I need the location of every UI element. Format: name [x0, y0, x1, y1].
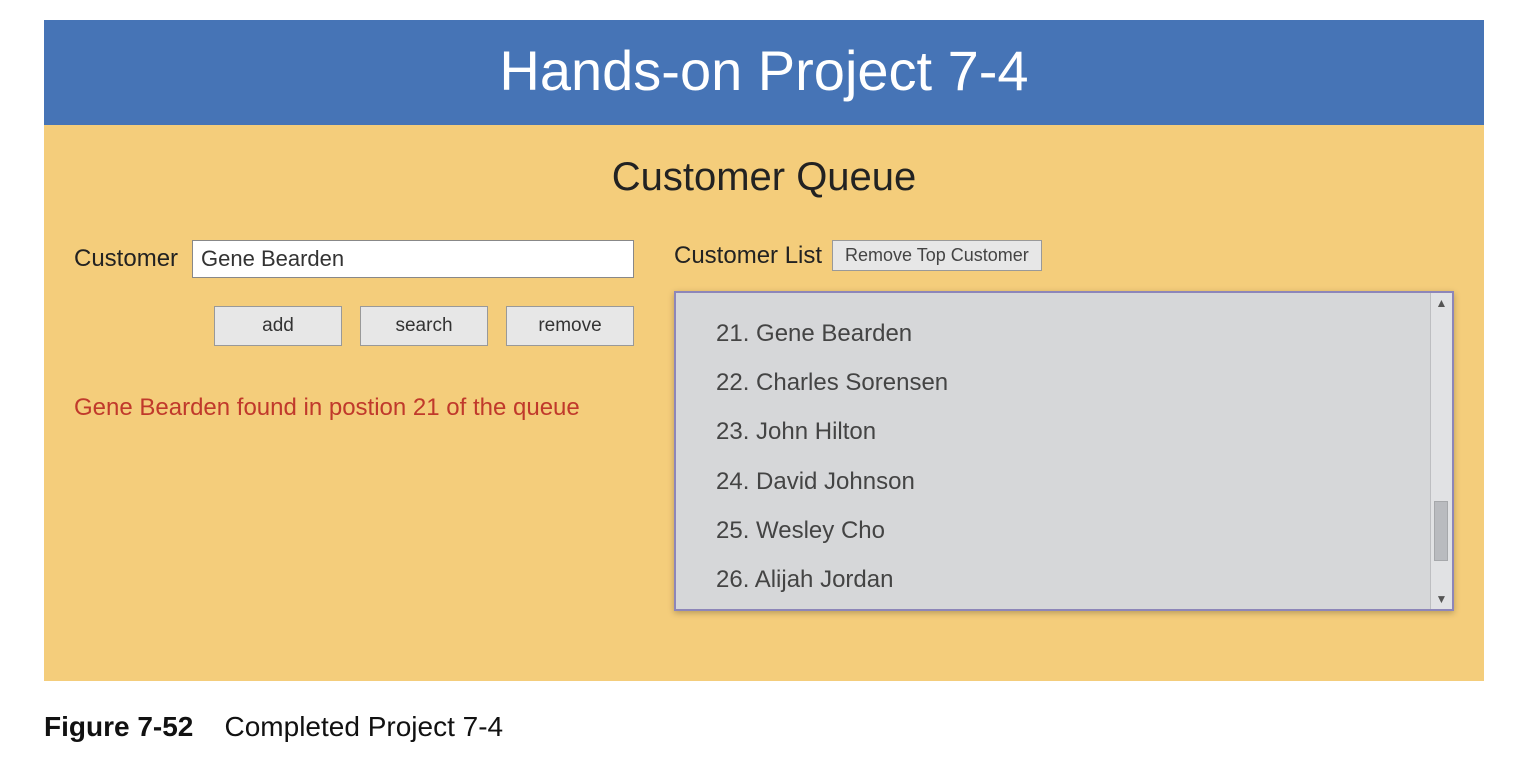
- list-header-row: Customer List Remove Top Customer: [674, 240, 1454, 271]
- header-title: Hands-on Project 7-4: [499, 39, 1028, 102]
- add-button[interactable]: add: [214, 306, 342, 346]
- figure-frame: Hands-on Project 7-4 Customer Queue Cust…: [44, 20, 1484, 743]
- scrollbar[interactable]: ▲ ▼: [1430, 293, 1452, 609]
- scroll-thumb[interactable]: [1434, 501, 1448, 561]
- app-header: Hands-on Project 7-4: [44, 20, 1484, 125]
- caption-number: Figure 7-52: [44, 711, 193, 742]
- list-item: 23. John Hilton: [716, 407, 1390, 456]
- caption-text: Completed Project 7-4: [225, 711, 504, 742]
- customer-label: Customer: [74, 245, 178, 273]
- customer-list-content: 21. Gene Bearden22. Charles Sorensen23. …: [676, 293, 1430, 609]
- search-button[interactable]: search: [360, 306, 488, 346]
- status-message: Gene Bearden found in postion 21 of the …: [74, 394, 634, 422]
- list-item: 21. Gene Bearden: [716, 309, 1390, 358]
- list-item: 22. Charles Sorensen: [716, 358, 1390, 407]
- remove-button[interactable]: remove: [506, 306, 634, 346]
- scroll-down-icon[interactable]: ▼: [1436, 589, 1448, 609]
- list-item: 25. Wesley Cho: [716, 506, 1390, 555]
- panel-subtitle: Customer Queue: [74, 155, 1454, 200]
- columns: Customer add search remove Gene Bearden …: [74, 240, 1454, 611]
- list-item: 24. David Johnson: [716, 457, 1390, 506]
- scroll-track[interactable]: [1431, 313, 1452, 589]
- remove-top-button[interactable]: Remove Top Customer: [832, 240, 1042, 271]
- customer-input[interactable]: [192, 240, 634, 278]
- customer-field-row: Customer: [74, 240, 634, 278]
- list-item: 26. Alijah Jordan: [716, 555, 1390, 604]
- right-column: Customer List Remove Top Customer 21. Ge…: [674, 240, 1454, 611]
- left-column: Customer add search remove Gene Bearden …: [74, 240, 634, 422]
- scroll-up-icon[interactable]: ▲: [1436, 293, 1448, 313]
- main-panel: Customer Queue Customer add search remov…: [44, 125, 1484, 681]
- customer-list-box: 21. Gene Bearden22. Charles Sorensen23. …: [674, 291, 1454, 611]
- figure-caption: Figure 7-52 Completed Project 7-4: [44, 711, 1484, 743]
- customer-list-label: Customer List: [674, 242, 822, 270]
- button-row: add search remove: [214, 306, 634, 346]
